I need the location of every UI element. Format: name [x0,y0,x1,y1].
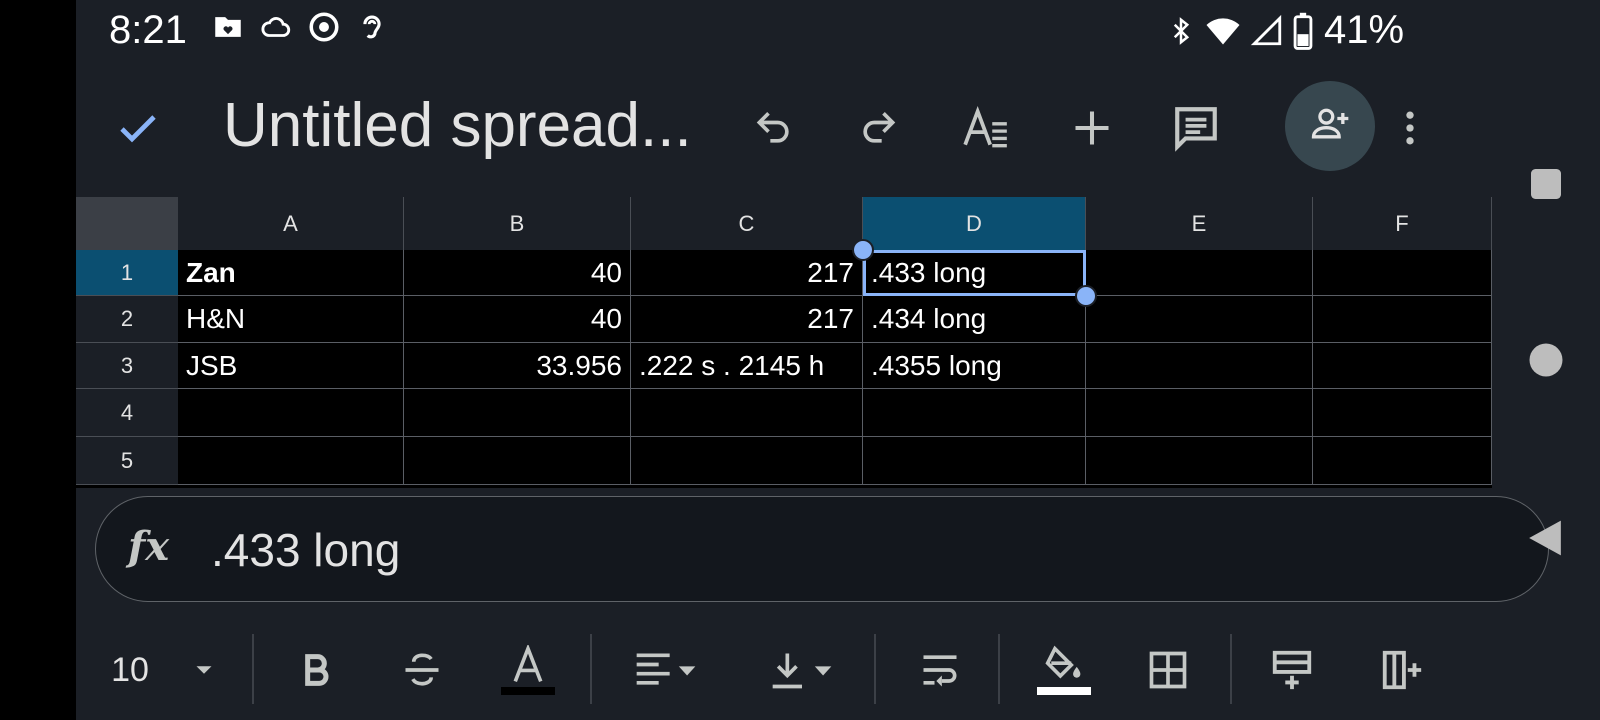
column-header-a[interactable]: A [178,197,404,250]
recents-square-icon[interactable] [1528,166,1564,207]
text-format-icon[interactable] [958,100,1014,156]
battery-percent: 41% [1324,8,1405,52]
sheets-app: 8:21 41% Untitled spread... A B C D E F … [76,0,1600,720]
column-header-b[interactable]: B [404,197,631,250]
borders-icon[interactable] [1140,642,1196,698]
cell-d3[interactable]: .4355 long [863,343,1086,389]
hearing-icon [355,10,389,44]
dropdown-arrow-icon[interactable] [182,642,226,698]
document-title[interactable]: Untitled spread... [223,90,692,161]
cell-c2[interactable]: 217 [631,296,863,343]
row-header-3[interactable]: 3 [76,343,178,389]
cell-b4[interactable] [404,389,631,437]
cell-e1[interactable] [1086,250,1313,296]
system-icons: 41% [1166,8,1404,53]
cell-b3[interactable]: 33.956 [404,343,631,389]
battery-icon [1292,12,1314,50]
text-color-icon[interactable] [498,642,558,698]
bold-icon[interactable] [288,642,344,698]
vertical-align-icon[interactable] [764,642,840,698]
wrap-text-icon[interactable] [912,642,968,698]
redo-icon[interactable] [850,100,906,156]
cell-c3[interactable]: .222 s . 2145 h [631,343,863,389]
column-header-f[interactable]: F [1313,197,1492,250]
font-size-value[interactable]: 10 [110,642,150,698]
fx-icon: fx [128,523,170,570]
more-vert-icon[interactable] [1382,100,1438,156]
cell-f4[interactable] [1313,389,1492,437]
comment-icon[interactable] [1168,100,1224,156]
row-header-2[interactable]: 2 [76,296,178,343]
check-icon[interactable] [114,104,162,157]
signal-icon [1250,13,1284,49]
row-header-1[interactable]: 1 [76,250,178,296]
cell-e2[interactable] [1086,296,1313,343]
cell-a1[interactable]: Zan [178,250,404,296]
formatting-toolbar: 10 [76,620,1600,720]
status-bar: 8:21 41% [76,0,1600,60]
cell-a5[interactable] [178,437,404,485]
bluetooth-icon [1166,13,1196,49]
chrome-icon [307,10,341,44]
fill-color-icon[interactable] [1034,642,1094,698]
cell-d1[interactable]: .433 long [863,250,1086,296]
insert-row-icon[interactable] [1264,642,1320,698]
cell-a2[interactable]: H&N [178,296,404,343]
back-triangle-icon[interactable] [1526,518,1564,563]
cell-a4[interactable] [178,389,404,437]
column-header-e[interactable]: E [1086,197,1313,250]
cell-d5[interactable] [863,437,1086,485]
home-circle-icon[interactable] [1528,342,1564,383]
column-header-d[interactable]: D [863,197,1086,250]
cell-a3[interactable]: JSB [178,343,404,389]
row-header-4[interactable]: 4 [76,389,178,437]
cell-f2[interactable] [1313,296,1492,343]
strikethrough-icon[interactable] [394,642,450,698]
share-add-person-icon [1308,102,1352,151]
row-header-5[interactable]: 5 [76,437,178,485]
wifi-icon [1204,13,1242,49]
add-icon[interactable] [1064,100,1120,156]
cell-b2[interactable]: 40 [404,296,631,343]
cloud-icon [259,10,293,44]
cell-c1[interactable]: 217 [631,250,863,296]
align-left-icon[interactable] [628,642,704,698]
undo-icon[interactable] [746,100,802,156]
cell-d4[interactable] [863,389,1086,437]
cell-b1[interactable]: 40 [404,250,631,296]
formula-bar[interactable]: fx .433 long [95,496,1549,602]
notification-icons [211,10,389,44]
cell-e5[interactable] [1086,437,1313,485]
cell-b5[interactable] [404,437,631,485]
formula-input[interactable]: .433 long [211,523,400,577]
column-header-c[interactable]: C [631,197,863,250]
cell-d2[interactable]: .434 long [863,296,1086,343]
top-app-bar: Untitled spread... [76,70,1600,185]
cell-e3[interactable] [1086,343,1313,389]
cell-c5[interactable] [631,437,863,485]
cell-c4[interactable] [631,389,863,437]
select-all-corner[interactable] [76,197,178,250]
cell-f5[interactable] [1313,437,1492,485]
share-button[interactable] [1285,81,1375,171]
cell-f3[interactable] [1313,343,1492,389]
spreadsheet-grid: ABCDEF 12345 Zan 40 217.433 long H&N 40 217.4… [76,197,1492,488]
folder-heart-icon [211,10,245,44]
selection-handle-bottom-right[interactable] [1075,285,1097,307]
cell-f1[interactable] [1313,250,1492,296]
status-time: 8:21 [109,8,187,52]
selection-handle-top-left[interactable] [852,239,874,261]
cell-e4[interactable] [1086,389,1313,437]
insert-column-icon[interactable] [1374,642,1430,698]
